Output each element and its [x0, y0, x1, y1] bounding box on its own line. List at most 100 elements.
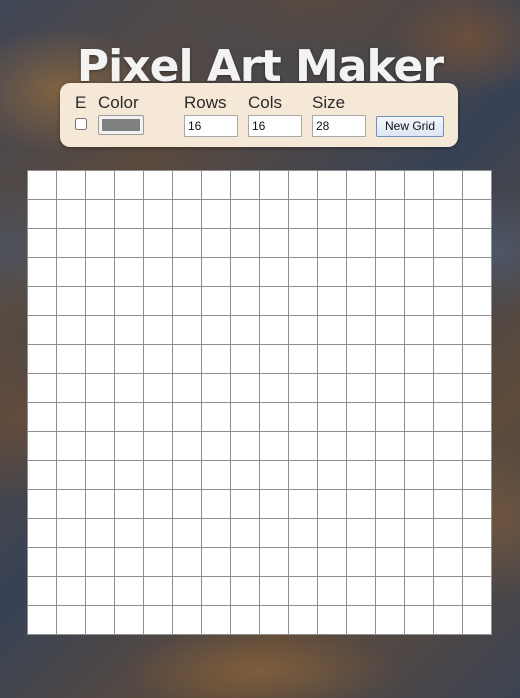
grid-cell[interactable] [28, 316, 57, 345]
grid-cell[interactable] [434, 229, 463, 258]
grid-cell[interactable] [318, 577, 347, 606]
grid-cell[interactable] [144, 200, 173, 229]
grid-cell[interactable] [318, 229, 347, 258]
grid-cell[interactable] [463, 403, 492, 432]
grid-cell[interactable] [405, 287, 434, 316]
grid-cell[interactable] [318, 519, 347, 548]
grid-cell[interactable] [231, 548, 260, 577]
grid-cell[interactable] [347, 461, 376, 490]
grid-cell[interactable] [231, 229, 260, 258]
grid-cell[interactable] [173, 490, 202, 519]
grid-cell[interactable] [202, 548, 231, 577]
grid-cell[interactable] [405, 403, 434, 432]
grid-cell[interactable] [173, 519, 202, 548]
grid-cell[interactable] [86, 316, 115, 345]
grid-cell[interactable] [405, 171, 434, 200]
grid-cell[interactable] [202, 403, 231, 432]
grid-cell[interactable] [144, 548, 173, 577]
grid-cell[interactable] [231, 403, 260, 432]
grid-cell[interactable] [115, 374, 144, 403]
grid-cell[interactable] [434, 461, 463, 490]
grid-cell[interactable] [144, 432, 173, 461]
grid-cell[interactable] [405, 200, 434, 229]
grid-cell[interactable] [28, 606, 57, 635]
grid-cell[interactable] [289, 403, 318, 432]
grid-cell[interactable] [231, 432, 260, 461]
grid-cell[interactable] [463, 229, 492, 258]
grid-cell[interactable] [434, 403, 463, 432]
grid-cell[interactable] [115, 229, 144, 258]
grid-cell[interactable] [86, 461, 115, 490]
grid-cell[interactable] [405, 577, 434, 606]
grid-cell[interactable] [289, 432, 318, 461]
grid-cell[interactable] [173, 606, 202, 635]
grid-cell[interactable] [144, 316, 173, 345]
grid-cell[interactable] [173, 403, 202, 432]
grid-cell[interactable] [202, 432, 231, 461]
grid-cell[interactable] [173, 548, 202, 577]
grid-cell[interactable] [347, 548, 376, 577]
grid-cell[interactable] [289, 519, 318, 548]
grid-cell[interactable] [57, 432, 86, 461]
grid-cell[interactable] [115, 403, 144, 432]
grid-cell[interactable] [28, 519, 57, 548]
grid-cell[interactable] [318, 258, 347, 287]
grid-cell[interactable] [405, 374, 434, 403]
grid-cell[interactable] [376, 432, 405, 461]
grid-cell[interactable] [202, 577, 231, 606]
grid-cell[interactable] [202, 229, 231, 258]
grid-cell[interactable] [347, 171, 376, 200]
grid-cell[interactable] [86, 548, 115, 577]
pixel-canvas[interactable] [27, 170, 492, 635]
grid-cell[interactable] [86, 606, 115, 635]
grid-cell[interactable] [318, 345, 347, 374]
grid-cell[interactable] [405, 461, 434, 490]
grid-cell[interactable] [463, 432, 492, 461]
grid-cell[interactable] [347, 606, 376, 635]
grid-cell[interactable] [463, 374, 492, 403]
grid-cell[interactable] [202, 345, 231, 374]
grid-cell[interactable] [318, 403, 347, 432]
grid-cell[interactable] [289, 200, 318, 229]
grid-cell[interactable] [231, 577, 260, 606]
grid-cell[interactable] [202, 461, 231, 490]
grid-cell[interactable] [57, 374, 86, 403]
grid-cell[interactable] [434, 171, 463, 200]
grid-cell[interactable] [115, 287, 144, 316]
grid-cell[interactable] [260, 258, 289, 287]
grid-cell[interactable] [231, 490, 260, 519]
grid-cell[interactable] [144, 519, 173, 548]
grid-cell[interactable] [202, 316, 231, 345]
grid-cell[interactable] [289, 374, 318, 403]
grid-cell[interactable] [231, 519, 260, 548]
grid-cell[interactable] [231, 258, 260, 287]
grid-cell[interactable] [318, 374, 347, 403]
grid-cell[interactable] [260, 432, 289, 461]
grid-cell[interactable] [57, 548, 86, 577]
grid-cell[interactable] [376, 258, 405, 287]
grid-cell[interactable] [144, 577, 173, 606]
grid-cell[interactable] [115, 345, 144, 374]
grid-cell[interactable] [260, 345, 289, 374]
grid-cell[interactable] [144, 490, 173, 519]
grid-cell[interactable] [173, 374, 202, 403]
grid-cell[interactable] [434, 374, 463, 403]
grid-cell[interactable] [463, 519, 492, 548]
grid-cell[interactable] [260, 577, 289, 606]
size-input[interactable] [312, 115, 366, 137]
grid-cell[interactable] [463, 345, 492, 374]
grid-cell[interactable] [144, 403, 173, 432]
grid-cell[interactable] [376, 229, 405, 258]
grid-cell[interactable] [434, 287, 463, 316]
grid-cell[interactable] [28, 461, 57, 490]
grid-cell[interactable] [28, 258, 57, 287]
grid-cell[interactable] [144, 258, 173, 287]
grid-cell[interactable] [115, 519, 144, 548]
grid-cell[interactable] [86, 490, 115, 519]
grid-cell[interactable] [318, 432, 347, 461]
grid-cell[interactable] [405, 258, 434, 287]
grid-cell[interactable] [463, 461, 492, 490]
grid-cell[interactable] [57, 200, 86, 229]
grid-cell[interactable] [260, 519, 289, 548]
grid-cell[interactable] [434, 345, 463, 374]
